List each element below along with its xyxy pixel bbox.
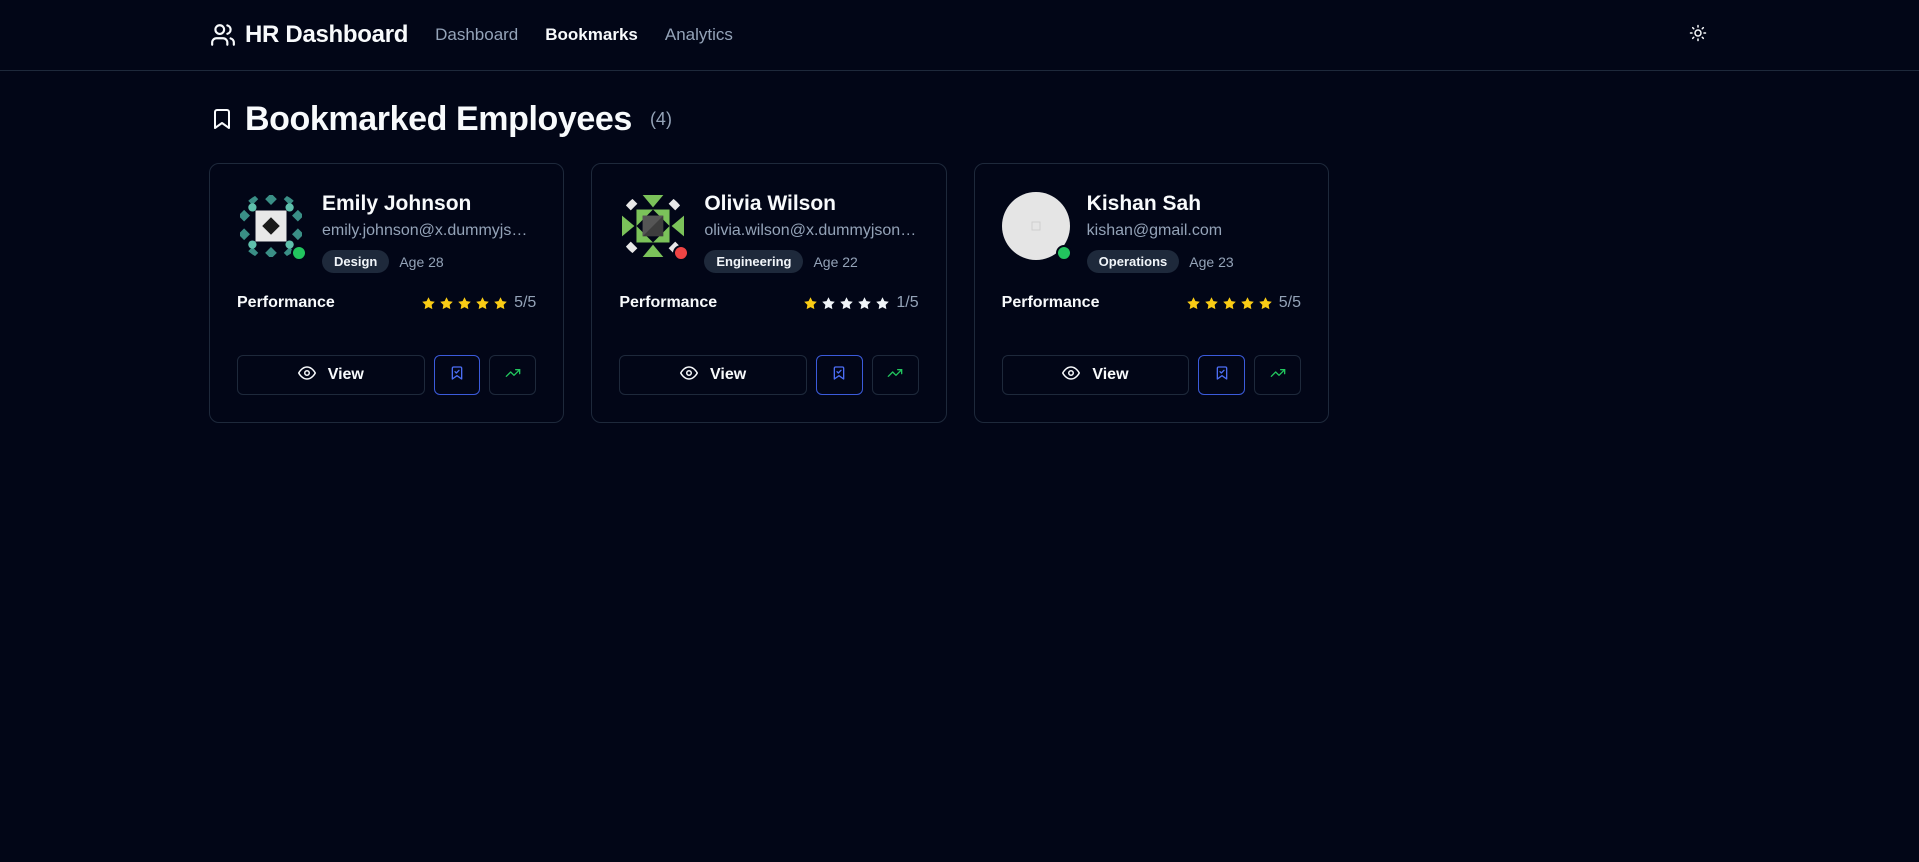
users-icon [209,21,237,49]
employee-name: Kishan Sah [1086,192,1202,215]
star-filled-icon [422,296,435,309]
view-button-label: View [327,366,364,383]
eye-icon [680,364,699,387]
online-status-dot [291,245,307,261]
employee-email: emily.johnson@x.dummyjson.com [322,222,534,239]
star-filled-icon [1186,296,1200,309]
employee-name: Olivia Wilson [704,192,836,215]
view-button[interactable]: View [619,355,807,395]
online-status-dot [1055,245,1072,261]
rating-stars [1186,296,1273,311]
bookmark-button[interactable] [815,355,863,395]
offline-status-dot [673,245,690,261]
employee-card: Kishan Sah kishan@gmail.com Operations A… [973,163,1329,423]
department-badge: Design [322,250,390,273]
employee-card: Olivia Wilson olivia.wilson@x.dummyjson.… [591,163,947,423]
view-button[interactable]: View [237,355,425,395]
view-button-label: View [1092,366,1129,383]
star-empty-icon [822,296,836,309]
employee-email: olivia.wilson@x.dummyjson.com [704,222,917,239]
rating-value: 5/5 [514,294,537,311]
star-filled-icon [1204,296,1218,309]
bookmark-button[interactable] [1198,355,1246,395]
sun-icon [1689,24,1707,47]
employee-age: Age 23 [1189,253,1234,270]
eye-icon [297,364,316,387]
page-header: Bookmarked Employees (4) [209,97,1329,141]
employee-email: kishan@gmail.com [1086,222,1223,239]
star-filled-icon [458,296,471,309]
employee-card: Emily Johnson emily.johnson@x.dummyjson.… [209,163,565,423]
performance-label: Performance [1001,294,1100,311]
star-filled-icon [1258,296,1272,309]
nav-link-bookmarks[interactable]: Bookmarks [545,25,638,45]
star-empty-icon [858,296,872,309]
rating-stars [421,296,508,311]
theme-toggle-button[interactable] [1680,17,1716,53]
bookmark-button[interactable] [433,355,481,395]
employee-name: Emily Johnson [322,192,472,215]
avatar[interactable] [1001,192,1072,261]
performance-label: Performance [237,294,335,311]
promote-button[interactable] [1254,355,1301,395]
trending-up-icon [887,365,903,386]
star-filled-icon [440,296,453,309]
avatar[interactable] [619,192,690,261]
star-filled-icon [804,296,818,309]
app-title: HR Dashboard [245,21,409,48]
view-button-label: View [710,366,747,383]
bookmark-count: (4) [649,108,672,129]
bookmark-check-icon [1214,365,1230,386]
main-nav: Dashboard Bookmarks Analytics [435,25,733,45]
page-title: Bookmarked Employees [245,99,632,138]
rating-value: 5/5 [1278,294,1301,311]
trending-up-icon [1270,365,1286,386]
nav-link-analytics[interactable]: Analytics [665,25,733,45]
star-filled-icon [1222,296,1236,309]
bookmark-icon [209,106,235,132]
promote-button[interactable] [489,355,537,395]
eye-icon [1062,364,1081,387]
avatar[interactable] [237,192,307,261]
performance-label: Performance [619,294,718,311]
bookmark-check-icon [831,365,847,386]
employee-age: Age 28 [399,253,444,270]
department-badge: Engineering [704,250,804,273]
trending-up-icon [505,365,521,386]
view-button[interactable]: View [1001,355,1190,395]
bookmark-check-icon [449,365,465,386]
top-navbar: HR Dashboard Dashboard Bookmarks Analyti… [0,0,1919,71]
star-filled-icon [1240,296,1254,309]
employee-card-grid: Emily Johnson emily.johnson@x.dummyjson.… [209,163,1329,423]
star-filled-icon [494,296,507,309]
star-filled-icon [476,296,489,309]
main-content: Bookmarked Employees (4) Emily Johnson e… [209,71,1329,423]
nav-link-dashboard[interactable]: Dashboard [435,25,518,45]
brand[interactable]: HR Dashboard [209,21,408,49]
star-empty-icon [840,296,854,309]
rating-stars [803,296,890,311]
employee-age: Age 22 [813,253,858,270]
rating-value: 1/5 [896,294,919,311]
department-badge: Operations [1086,250,1180,273]
promote-button[interactable] [871,355,919,395]
star-empty-icon [876,296,890,309]
